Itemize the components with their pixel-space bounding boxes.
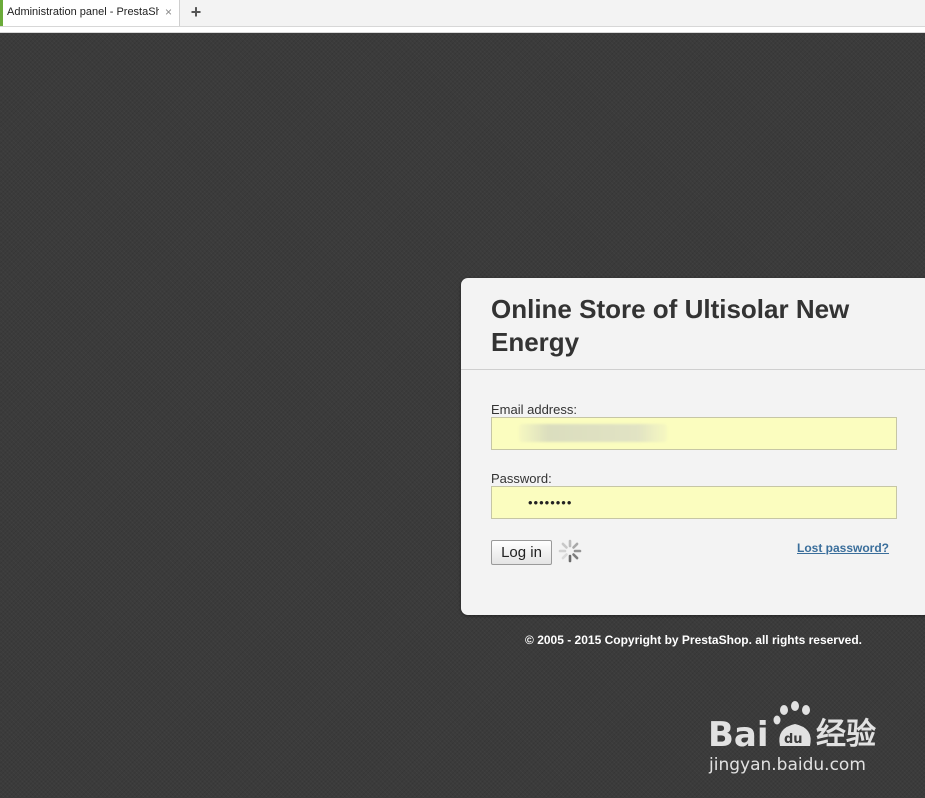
password-label: Password: (491, 471, 552, 486)
svg-text:Bai: Bai (708, 715, 769, 755)
lost-password-link[interactable]: Lost password? (797, 541, 889, 555)
browser-tab-title: Administration panel - PrestaShop (7, 6, 159, 18)
email-redacted-blur (519, 424, 667, 442)
shop-name-heading: Online Store of Ultisolar New Energy (491, 294, 850, 357)
panel-divider (461, 369, 925, 370)
spinner-icon (558, 539, 582, 563)
watermark-url: jingyan.baidu.com (709, 755, 866, 775)
login-panel: Online Store of Ultisolar New Energy Ema… (461, 278, 925, 615)
password-input[interactable] (491, 486, 897, 519)
new-tab-plus-icon[interactable]: + (187, 3, 205, 21)
browser-tab-admin-panel[interactable]: Administration panel - PrestaShop × (0, 0, 180, 26)
baidu-logo-icon: Bai du 经验 (708, 701, 876, 755)
svg-text:经验: 经验 (816, 717, 876, 752)
email-label: Email address: (491, 402, 577, 417)
close-icon[interactable]: × (165, 5, 172, 19)
baidu-watermark: Bai du 经验 jingyan.baidu.com (706, 698, 882, 780)
svg-text:du: du (784, 732, 803, 747)
copyright-text: © 2005 - 2015 Copyright by PrestaShop. a… (525, 633, 862, 647)
browser-tab-bar: Administration panel - PrestaShop × + (0, 0, 925, 27)
login-button[interactable]: Log in (491, 540, 552, 565)
